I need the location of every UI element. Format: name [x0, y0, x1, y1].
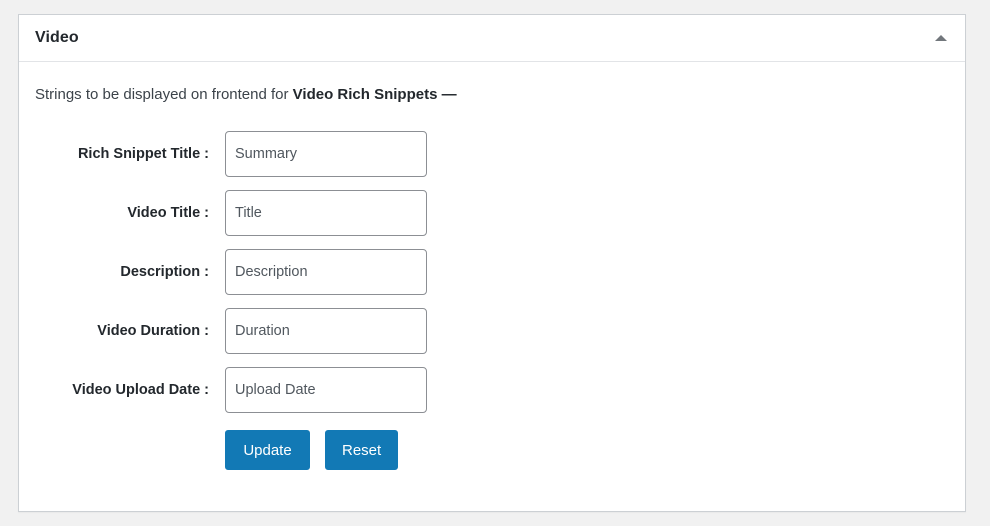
form-row-rich-snippet-title: Rich Snippet Title :: [35, 131, 949, 177]
label-video-upload-date: Video Upload Date :: [72, 382, 209, 398]
form-row-video-duration: Video Duration :: [35, 308, 949, 354]
panel-description-emphasis: Video Rich Snippets —: [292, 86, 457, 103]
panel-header[interactable]: Video: [19, 15, 965, 62]
form-actions: Update Reset: [35, 430, 949, 470]
label-video-title: Video Title :: [127, 205, 209, 221]
panel-body: Strings to be displayed on frontend for …: [19, 62, 965, 470]
form-row-description: Description :: [35, 249, 949, 295]
video-settings-panel: Video Strings to be displayed on fronten…: [18, 14, 966, 512]
input-video-title[interactable]: [225, 190, 427, 236]
update-button[interactable]: Update: [225, 430, 310, 470]
input-video-upload-date[interactable]: [225, 367, 427, 413]
panel-title: Video: [35, 29, 79, 46]
input-video-duration[interactable]: [225, 308, 427, 354]
panel-description-prefix: Strings to be displayed on frontend for: [35, 86, 293, 103]
label-video-duration: Video Duration :: [97, 323, 209, 339]
reset-button[interactable]: Reset: [325, 430, 399, 470]
form-row-video-title: Video Title :: [35, 190, 949, 236]
input-description[interactable]: [225, 249, 427, 295]
label-rich-snippet-title: Rich Snippet Title :: [77, 146, 209, 162]
panel-description: Strings to be displayed on frontend for …: [35, 84, 949, 105]
input-rich-snippet-title[interactable]: [225, 131, 427, 177]
label-description: Description :: [120, 264, 209, 280]
caret-up-glyph: [935, 35, 947, 41]
caret-up-icon[interactable]: [931, 28, 951, 48]
form-row-video-upload-date: Video Upload Date :: [35, 367, 949, 413]
